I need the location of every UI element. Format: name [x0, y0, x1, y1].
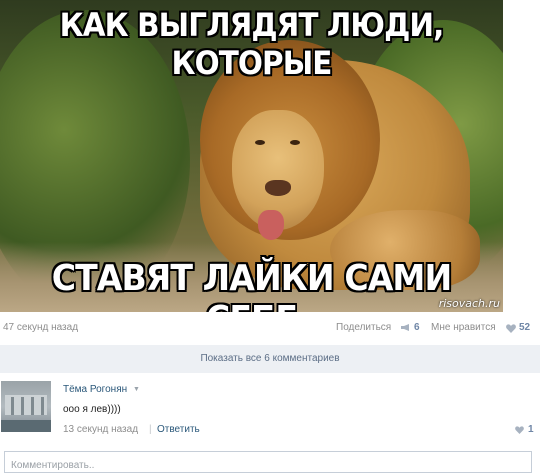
post-meta-row: 47 секунд назад Поделиться 6 Мне нравитс… [0, 319, 540, 337]
megaphone-icon[interactable] [401, 324, 410, 331]
comment-timestamp[interactable]: 13 секунд назад [63, 424, 138, 435]
watermark: risovach.ru [438, 297, 500, 310]
show-all-comments-button[interactable]: Показать все 6 комментариев [0, 345, 540, 373]
lion-eye-left [255, 140, 265, 145]
post-timestamp[interactable]: 47 секунд назад [3, 322, 78, 333]
avatar-column [31, 397, 34, 415]
avatar-column [41, 397, 44, 415]
separator: | [149, 424, 152, 435]
avatar-column [11, 397, 14, 415]
lion-eye-right [290, 140, 300, 145]
comment-like-count: 1 [528, 424, 534, 435]
like-button[interactable]: Мне нравится [431, 322, 496, 333]
share-count: 6 [414, 322, 420, 333]
chevron-down-icon[interactable]: ▼ [133, 386, 140, 393]
comment-input[interactable] [5, 452, 531, 472]
share-button[interactable]: Поделиться [336, 322, 391, 333]
heart-icon[interactable] [506, 324, 516, 333]
comment-text: ооо я лев)))) [63, 404, 121, 415]
meme-caption-top: КАК ВЫГЛЯДЯТ ЛЮДИ, КОТОРЫЕ [59, 6, 445, 82]
avatar-ground [1, 420, 51, 432]
post-image[interactable]: КАК ВЫГЛЯДЯТ ЛЮДИ, КОТОРЫЕ СТАВЯТ ЛАЙКИ … [0, 0, 503, 312]
meme-caption-bottom: СТАВЯТ ЛАЙКИ САМИ СЕБЕ [51, 258, 452, 312]
lion-tongue [258, 210, 284, 240]
comment-box[interactable] [4, 451, 532, 473]
avatar-column [21, 397, 24, 415]
lion-nose [265, 180, 291, 196]
avatar[interactable] [1, 381, 51, 432]
like-count: 52 [519, 322, 531, 333]
heart-icon[interactable] [515, 426, 524, 434]
reply-link[interactable]: Ответить [157, 424, 200, 435]
comment: Тёма Рогонян ▼ ооо я лев)))) 13 секунд н… [0, 381, 540, 441]
comment-author[interactable]: Тёма Рогонян [63, 384, 127, 395]
